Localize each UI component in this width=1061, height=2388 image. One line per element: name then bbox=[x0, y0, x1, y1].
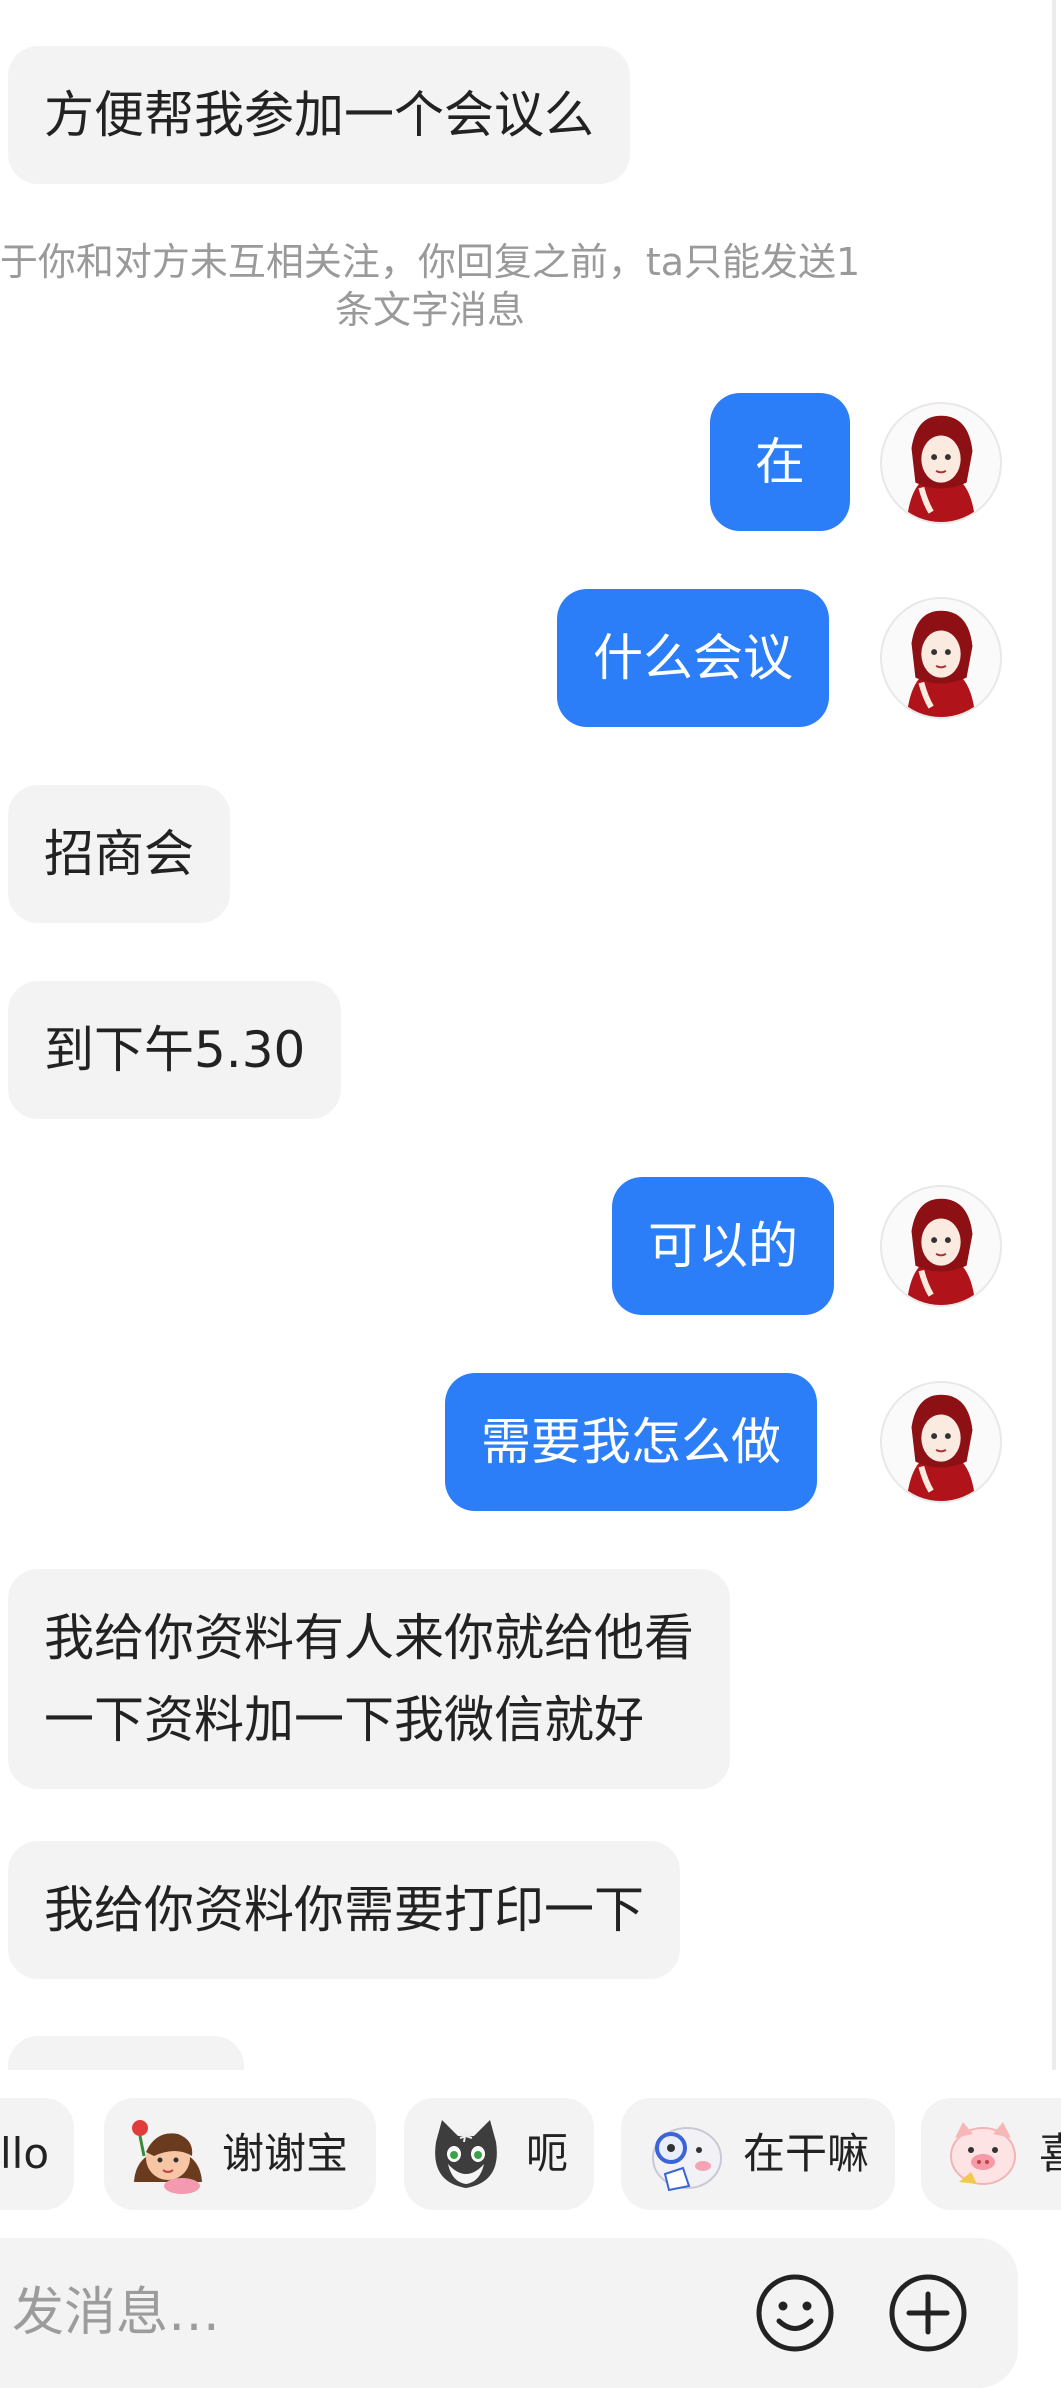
message-outgoing[interactable]: 什么会议 bbox=[557, 589, 829, 727]
message-text: 在 bbox=[755, 433, 805, 491]
user-avatar[interactable] bbox=[880, 597, 1002, 719]
avatar-illustration bbox=[906, 1198, 976, 1305]
avatar-illustration bbox=[906, 610, 976, 717]
message-incoming[interactable]: 我给你资料你需要打印一下 bbox=[8, 1841, 680, 1979]
message-text: 招商会 bbox=[44, 825, 194, 883]
message-text: 方便帮我参加一个会议么 bbox=[44, 86, 594, 144]
notice-line: 条文字消息 bbox=[334, 288, 525, 332]
user-avatar[interactable] bbox=[880, 402, 1002, 524]
quick-reply-chip[interactable]: 呃 bbox=[404, 2098, 594, 2210]
user-avatar[interactable] bbox=[880, 1185, 1002, 1307]
chat-area[interactable]: 方便帮我参加一个会议么 于你和对方未互相关注，你回复之前，ta只能发送1 条文字… bbox=[0, 0, 1061, 2070]
flower-girl-sticker-icon bbox=[132, 2120, 202, 2194]
message-incoming[interactable]: 我给你资料有人来你就给他看 一下资料加一下我微信就好 bbox=[8, 1569, 730, 1789]
quick-reply-label: 谢谢宝 bbox=[222, 2129, 349, 2178]
scrollbar[interactable] bbox=[1052, 0, 1056, 2070]
message-text: 什么会议 bbox=[593, 629, 793, 687]
quick-reply-label: 喜 bbox=[1039, 2129, 1061, 2178]
plus-icon[interactable] bbox=[885, 2270, 971, 2356]
message-outgoing[interactable]: 需要我怎么做 bbox=[445, 1373, 817, 1511]
message-incoming-partial[interactable] bbox=[8, 2036, 244, 2070]
message-text: 一下资料加一下我微信就好 bbox=[44, 1691, 644, 1749]
message-text: 到下午5.30 bbox=[44, 1021, 306, 1079]
quick-reply-label: llo bbox=[0, 2129, 50, 2178]
message-text: 可以的 bbox=[648, 1217, 798, 1275]
avatar-illustration bbox=[906, 1394, 976, 1501]
follow-restriction-notice: 于你和对方未互相关注，你回复之前，ta只能发送1 条文字消息 bbox=[0, 238, 890, 334]
message-text: 我给你资料有人来你就给他看 bbox=[44, 1609, 694, 1667]
pig-sticker-icon bbox=[950, 2122, 1016, 2185]
message-outgoing[interactable]: 在 bbox=[710, 393, 850, 531]
peeking-sticker-icon bbox=[652, 2127, 722, 2192]
quick-reply-chip[interactable]: 谢谢宝 bbox=[104, 2098, 376, 2210]
message-incoming[interactable]: 到下午5.30 bbox=[8, 981, 342, 1119]
message-incoming[interactable]: 招商会 bbox=[8, 785, 230, 923]
message-text: 需要我怎么做 bbox=[481, 1413, 781, 1471]
quick-reply-bar[interactable]: llo 谢谢宝 呃 在干嘛 喜 bbox=[0, 2098, 1061, 2212]
quick-reply-label: 呃 bbox=[526, 2129, 569, 2178]
quick-reply-chip[interactable]: 在干嘛 bbox=[621, 2098, 895, 2210]
notice-line: 于你和对方未互相关注，你回复之前，ta只能发送1 bbox=[0, 240, 861, 284]
user-avatar[interactable] bbox=[880, 1381, 1002, 1503]
message-text: 我给你资料你需要打印一下 bbox=[44, 1881, 644, 1939]
cat-sticker-icon bbox=[435, 2120, 497, 2188]
quick-reply-label: 在干嘛 bbox=[743, 2129, 870, 2178]
message-incoming[interactable]: 方便帮我参加一个会议么 bbox=[8, 46, 630, 184]
avatar-illustration bbox=[906, 415, 976, 522]
message-outgoing[interactable]: 可以的 bbox=[612, 1177, 834, 1315]
emoji-icon[interactable] bbox=[752, 2270, 838, 2356]
quick-reply-chip[interactable]: llo bbox=[0, 2098, 74, 2210]
quick-reply-chip[interactable]: 喜 bbox=[921, 2098, 1061, 2210]
